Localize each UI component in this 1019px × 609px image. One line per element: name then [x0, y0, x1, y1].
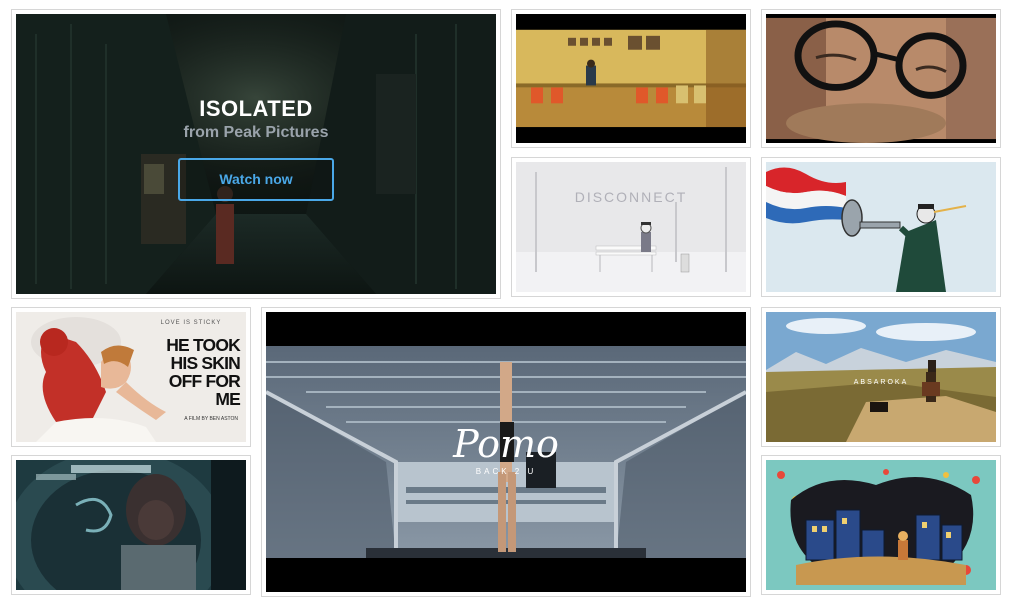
video-thumbnail[interactable] [16, 460, 246, 590]
video-thumbnail[interactable]: DISCONNECT [516, 162, 746, 292]
video-tile[interactable]: DISCONNECT [511, 157, 751, 297]
disconnect-title: DISCONNECT [575, 189, 688, 205]
video-tile[interactable] [511, 9, 751, 148]
poster-tagline: LOVE IS STICKY [160, 320, 222, 326]
video-thumbnail[interactable]: ABSAROKA [766, 312, 996, 442]
town-illustration-image [766, 460, 996, 590]
absaroka-title: ABSAROKA [854, 379, 909, 386]
video-thumbnail[interactable]: LOVE IS STICKY HE TOOK HIS SKIN OFF FOR … [16, 312, 246, 442]
disconnect-scene-image: DISCONNECT [516, 162, 746, 292]
video-thumbnail[interactable]: Pomo BACK 2 U [266, 312, 746, 592]
featured-video-title: ISOLATED [199, 96, 313, 121]
poster-credit: A FILM BY BEN ASTON [184, 416, 238, 422]
video-thumbnail[interactable] [516, 14, 746, 143]
featured-video-tile[interactable]: ISOLATED from Peak Pictures Watch now [11, 9, 501, 299]
watch-now-button[interactable]: Watch now [178, 158, 334, 201]
diner-scene-image [516, 14, 746, 143]
video-tile[interactable] [761, 157, 1001, 297]
pomo-title: Pomo [452, 422, 559, 466]
diving-scene-image: Pomo BACK 2 U [266, 312, 746, 592]
video-tile-large[interactable]: Pomo BACK 2 U [261, 307, 751, 597]
video-tile[interactable]: ABSAROKA [761, 307, 1001, 447]
gorilla-scene-image [16, 460, 246, 590]
video-thumbnail[interactable] [766, 14, 996, 143]
video-tile[interactable] [761, 9, 1001, 148]
video-tile[interactable] [11, 455, 251, 595]
video-thumbnail[interactable] [766, 460, 996, 590]
absaroka-scene-image: ABSAROKA [766, 312, 996, 442]
video-tile[interactable] [761, 455, 1001, 595]
video-tile[interactable]: LOVE IS STICKY HE TOOK HIS SKIN OFF FOR … [11, 307, 251, 447]
glasses-closeup-image [766, 14, 996, 143]
featured-video-overlay: ISOLATED from Peak Pictures Watch now [16, 14, 496, 294]
trumpet-illustration-image [766, 162, 996, 292]
featured-video-subtitle: from Peak Pictures [183, 124, 329, 141]
poster-headline: HE TOOK HIS SKIN OFF FOR ME [166, 335, 241, 409]
featured-video-thumbnail[interactable]: ISOLATED from Peak Pictures Watch now [16, 14, 496, 294]
video-thumbnail[interactable] [766, 162, 996, 292]
pomo-subtitle: BACK 2 U [476, 467, 536, 476]
